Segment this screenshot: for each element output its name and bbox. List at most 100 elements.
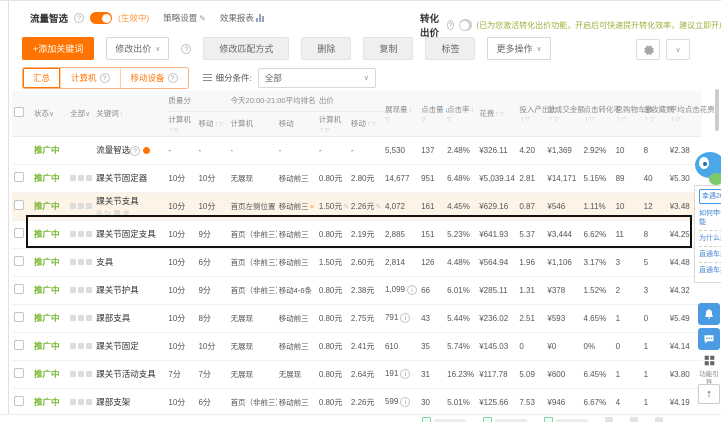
feedback-button[interactable]: [698, 328, 720, 350]
keyword-link[interactable]: 踝关节固定支具: [96, 229, 156, 239]
faq-link[interactable]: 直通车过户: [699, 247, 721, 263]
quality-mobile-cell: 9分: [196, 220, 228, 248]
channel-icons-cell: [68, 388, 94, 416]
row-checkbox[interactable]: [14, 312, 24, 322]
faq-link[interactable]: 直通车推广计划?: [699, 263, 721, 278]
keyword-link[interactable]: 踝关节活动支具: [96, 369, 156, 379]
play-icon: ▷: [105, 210, 113, 217]
keyword-cell: 流量智选?: [94, 136, 166, 164]
notification-button[interactable]: [698, 303, 720, 325]
keyword-link[interactable]: 踝部支具: [96, 313, 130, 323]
footer-legend-item: [422, 417, 466, 422]
scrollbar-thumb[interactable]: [715, 89, 719, 131]
feature-guide-button[interactable]: 功能引导: [697, 353, 721, 387]
faq-link[interactable]: 幸遇20: [699, 189, 721, 204]
modify-match-button[interactable]: 修改匹配方式: [203, 37, 289, 60]
help-icon[interactable]: ?: [181, 44, 191, 54]
row-checkbox[interactable]: [14, 228, 24, 238]
col-all[interactable]: 全部∨: [68, 91, 94, 136]
cvr-cell: 6.62%: [582, 220, 614, 248]
edit-bid-icon[interactable]: ✎: [375, 204, 381, 211]
row-checkbox[interactable]: [14, 172, 24, 182]
bid-pc-cell: 1.50元✎: [317, 192, 349, 220]
help-icon[interactable]: ?: [74, 13, 84, 23]
keyword-actions[interactable]: ◎▷▥⊖: [96, 209, 165, 217]
col-status[interactable]: 状态∨: [32, 91, 68, 136]
column-settings-button[interactable]: [636, 39, 660, 60]
col-clicks[interactable]: 点击量↓▽: [419, 91, 445, 136]
conv-bid-label: 转化出价: [420, 11, 442, 39]
select-all-cell: [12, 91, 32, 136]
tab-pc[interactable]: 计算机 ?: [60, 68, 120, 88]
subcol-bid-pc[interactable]: 计算机↑▽: [317, 111, 349, 136]
modify-bid-button[interactable]: 修改出价 ∨: [106, 37, 169, 60]
keyword-link[interactable]: 流量智选: [96, 145, 130, 155]
row-checkbox[interactable]: [14, 284, 24, 294]
col-cvr[interactable]: 点击转化率↑ ▽: [582, 91, 614, 136]
subcol-quality-pc[interactable]: 计算机↑▽: [166, 111, 196, 136]
back-to-top-button[interactable]: ↑: [698, 384, 720, 404]
bid-pc-cell: 1.50元: [317, 248, 349, 276]
collapse-button[interactable]: ∨: [666, 39, 690, 60]
row-checkbox[interactable]: [14, 256, 24, 266]
keyword-link[interactable]: 踝关节支具: [96, 196, 139, 206]
row-checkbox[interactable]: [14, 340, 24, 350]
add-keyword-button[interactable]: +添加关键词: [22, 37, 94, 60]
keyword-link[interactable]: 踝关节固定: [96, 341, 139, 351]
tag-button[interactable]: 标签: [425, 37, 475, 60]
smart-traffic-toggle[interactable]: [90, 12, 112, 24]
col-cpc[interactable]: 平均点击花费↑ ▽: [668, 91, 702, 136]
col-cost[interactable]: 花费↑▽: [477, 91, 517, 136]
keyword-link[interactable]: 支具: [96, 257, 113, 267]
keyword-cell: 踝关节活动支具: [94, 360, 166, 388]
edit-bid-icon[interactable]: ✎: [343, 204, 349, 211]
more-actions-button[interactable]: 更多操作 ∨: [487, 37, 550, 60]
faq-link[interactable]: 如何申请图片功能: [699, 206, 721, 231]
row-checkbox[interactable]: [14, 396, 24, 406]
impressions-cell: 14,677: [383, 164, 419, 192]
channel-icon: [70, 399, 76, 405]
row-checkbox[interactable]: [14, 368, 24, 378]
subdivision-select[interactable]: 全部 ∨: [258, 68, 376, 88]
col-roi[interactable]: 投入产出比↑ ▽: [517, 91, 545, 136]
strategy-settings-link[interactable]: 策略设置 ✎: [163, 12, 206, 24]
delete-button[interactable]: 删除: [301, 37, 351, 60]
help-icon[interactable]: ?: [447, 20, 454, 30]
copy-button[interactable]: 复制: [363, 37, 413, 60]
faq-link[interactable]: 为什么过日期: [699, 231, 721, 247]
subcol-bid-mobile[interactable]: 移动↑▽: [349, 111, 383, 136]
gmv-cell: ¥14,171: [545, 164, 581, 192]
select-all-checkbox[interactable]: [14, 107, 24, 117]
footer-legend-item: [544, 417, 588, 422]
gear-icon: [643, 44, 654, 55]
status-badge: 推广中: [34, 173, 60, 183]
tab-mobile[interactable]: 移动设备 ?: [120, 68, 188, 88]
cost-cell: ¥145.03: [477, 332, 517, 360]
checkbox-cell: [12, 136, 32, 164]
keyword-link[interactable]: 踝关节护具: [96, 285, 139, 295]
cost-cell: ¥125.66: [477, 388, 517, 416]
col-favs[interactable]: 总收藏数↑ ▽: [642, 91, 668, 136]
status-cell: 推广中: [32, 304, 68, 332]
roi-cell: 1.96: [517, 248, 545, 276]
tab-summary[interactable]: 汇总: [23, 68, 60, 88]
conv-bid-toggle[interactable]: [459, 19, 472, 31]
row-checkbox[interactable]: [14, 200, 24, 210]
rank-mobile-cell: 无展现: [277, 360, 317, 388]
clicks-cell: 66: [419, 276, 445, 304]
col-carts[interactable]: 总购物车数↑ ▽: [614, 91, 642, 136]
pencil-icon: ✎: [199, 14, 206, 23]
info-icon: i: [400, 313, 410, 323]
col-gmv[interactable]: 总成交金额↑ ▽: [545, 91, 581, 136]
chevron-down-icon: ∨: [364, 74, 369, 82]
carts-cell: 0: [614, 332, 642, 360]
col-impressions[interactable]: 展现量↑▽: [383, 91, 419, 136]
keyword-link[interactable]: 踝关节固定器: [96, 173, 147, 183]
keyword-link[interactable]: 踝部支架: [96, 397, 130, 407]
rank-list-icon[interactable]: ≡: [310, 204, 314, 211]
cost-cell: ¥5,039.14: [477, 164, 517, 192]
subcol-quality-mobile[interactable]: 移动↑▽: [196, 111, 228, 136]
effect-report-link[interactable]: 效果报表: [220, 12, 264, 24]
col-ctr[interactable]: 点击率↑▽: [445, 91, 477, 136]
col-keyword[interactable]: 关键词↑: [94, 91, 166, 136]
